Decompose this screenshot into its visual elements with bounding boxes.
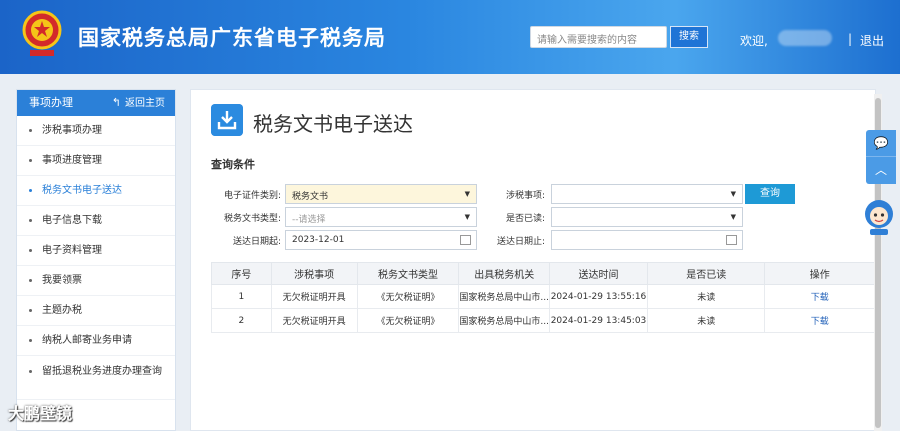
cell-matter: 无欠税证明开具 [270, 284, 358, 309]
sidebar-item-label: 纳税人邮寄业务申请 [42, 335, 132, 346]
bullet-icon [29, 248, 32, 252]
cell-index: 1 [211, 284, 272, 309]
col-header-authority: 出具税务机关 [458, 262, 550, 285]
sidebar-item-label: 主题办税 [42, 305, 82, 316]
national-emblem-icon [22, 10, 62, 56]
header-separator: | [848, 32, 853, 46]
table-header-row: 序号 涉税事项 税务文书类型 出具税务机关 送达时间 是否已读 操作 [211, 262, 875, 285]
cell-index: 2 [211, 308, 272, 333]
matter-select[interactable]: ▼ [551, 184, 743, 204]
sidebar-item-theme-tax[interactable]: 主题办税 [17, 296, 175, 326]
floating-toolbar: 💬 ︿ [866, 130, 896, 184]
col-header-read: 是否已读 [646, 262, 766, 285]
watermark-text: 大鹏壁镜 [8, 404, 73, 423]
sidebar-item-label: 事项进度管理 [42, 155, 102, 166]
col-header-doc-type: 税务文书类型 [356, 262, 460, 285]
dropdown-caret-icon: ▼ [730, 213, 736, 221]
sidebar-item-label: 电子信息下载 [42, 215, 102, 226]
site-title: 国家税务总局广东省电子税务局 [78, 26, 386, 50]
query-button[interactable]: 查询 [745, 184, 795, 204]
result-table: 序号 涉税事项 税务文书类型 出具税务机关 送达时间 是否已读 操作 1 无欠税… [211, 262, 875, 333]
read-status-label: 是否已读: [505, 214, 545, 224]
col-header-time: 送达时间 [549, 262, 648, 285]
top-header: 国家税务总局广东省电子税务局 请输入需要搜索的内容 搜索 欢迎, | 退出 [0, 0, 900, 74]
bullet-icon [29, 128, 32, 132]
dropdown-caret-icon: ▼ [730, 190, 736, 198]
doc-type-label: 税务文书类型: [223, 214, 281, 224]
assistant-robot-icon[interactable] [862, 196, 896, 236]
download-link[interactable]: 下载 [764, 308, 875, 333]
return-home-link[interactable]: ↰ 返回主页 [112, 90, 165, 117]
sidebar-item-label: 电子资料管理 [42, 245, 102, 256]
cert-type-select[interactable]: 税务文书 ▼ [285, 184, 477, 204]
start-date-label: 送达日期起: [232, 237, 281, 247]
cert-type-value: 税务文书 [292, 192, 329, 202]
bullet-icon [29, 158, 32, 162]
read-status-select[interactable]: ▼ [551, 207, 743, 227]
bullet-icon [29, 218, 32, 222]
calendar-icon[interactable] [726, 235, 737, 245]
doc-type-value: --请选择 [292, 215, 326, 225]
cell-authority: 国家税务总局中山市... [458, 284, 550, 309]
sidebar-item-invoice[interactable]: 我要领票 [17, 266, 175, 296]
sidebar-item-mail-request[interactable]: 纳税人邮寄业务申请 [17, 326, 175, 356]
logout-link[interactable]: 退出 [860, 32, 884, 49]
chat-bubble-icon[interactable]: 💬 [866, 130, 896, 157]
cell-time: 2024-01-29 13:55:16 [549, 284, 648, 309]
sidebar-item-label: 税务文书电子送达 [42, 185, 122, 196]
end-date-label: 送达日期止: [496, 237, 545, 247]
doc-type-select[interactable]: --请选择 ▼ [285, 207, 477, 227]
sidebar-header: 事项办理 ↰ 返回主页 [17, 90, 175, 116]
blurred-username [778, 30, 832, 46]
page-title: 税务文书电子送达 [253, 112, 413, 136]
search-input[interactable]: 请输入需要搜索的内容 [530, 26, 667, 48]
bullet-icon [29, 308, 32, 312]
download-doc-icon [211, 104, 243, 136]
cell-read: 未读 [646, 284, 766, 309]
chevron-up-icon[interactable]: ︿ [866, 157, 896, 184]
sidebar-item-label: 涉税事项办理 [42, 125, 102, 136]
cell-doc-type: 《无欠税证明》 [356, 284, 460, 309]
cell-doc-type: 《无欠税证明》 [356, 308, 460, 333]
bullet-icon [29, 188, 32, 192]
cell-matter: 无欠税证明开具 [270, 308, 358, 333]
cell-authority: 国家税务总局中山市... [458, 308, 550, 333]
sidebar-item-tax-matters[interactable]: 涉税事项办理 [17, 116, 175, 146]
sidebar-item-label: 留抵退税业务进度办理查询 [42, 366, 162, 377]
cell-read: 未读 [646, 308, 766, 333]
sidebar-item-e-materials[interactable]: 电子资料管理 [17, 236, 175, 266]
end-date-input[interactable] [551, 230, 743, 250]
search-button[interactable]: 搜索 [670, 26, 708, 48]
col-header-index: 序号 [211, 262, 272, 285]
download-link[interactable]: 下载 [764, 284, 875, 309]
main-panel: 税务文书电子送达 查询条件 电子证件类别: 税务文书 ▼ 涉税事项: ▼ 查询 税… [190, 89, 876, 431]
sidebar-item-progress[interactable]: 事项进度管理 [17, 146, 175, 176]
bullet-icon [29, 278, 32, 282]
sidebar: 事项办理 ↰ 返回主页 涉税事项办理 事项进度管理 税务文书电子送达 电子信息下载… [16, 89, 176, 431]
bullet-icon [29, 370, 32, 373]
query-section-title: 查询条件 [211, 158, 255, 171]
return-home-label: 返回主页 [125, 98, 165, 109]
sidebar-item-info-download[interactable]: 电子信息下载 [17, 206, 175, 236]
cert-type-label: 电子证件类别: [223, 191, 281, 201]
bullet-icon [29, 338, 32, 342]
table-row: 2 无欠税证明开具 《无欠税证明》 国家税务总局中山市... 2024-01-2… [211, 308, 875, 333]
matter-label: 涉税事项: [505, 191, 545, 201]
start-date-input[interactable]: 2023-12-01 [285, 230, 477, 250]
col-header-action: 操作 [764, 262, 875, 285]
table-row: 1 无欠税证明开具 《无欠税证明》 国家税务总局中山市... 2024-01-2… [211, 284, 875, 309]
cell-time: 2024-01-29 13:45:03 [549, 308, 648, 333]
start-date-value: 2023-12-01 [292, 235, 345, 245]
col-header-matter: 涉税事项 [270, 262, 358, 285]
sidebar-item-refund-query[interactable]: 留抵退税业务进度办理查询 [17, 356, 175, 400]
return-arrow-icon: ↰ [111, 96, 121, 109]
sidebar-item-e-delivery[interactable]: 税务文书电子送达 [17, 176, 175, 206]
welcome-text: 欢迎, [740, 34, 768, 48]
sidebar-item-label: 我要领票 [42, 275, 82, 286]
sidebar-title: 事项办理 [29, 96, 73, 109]
